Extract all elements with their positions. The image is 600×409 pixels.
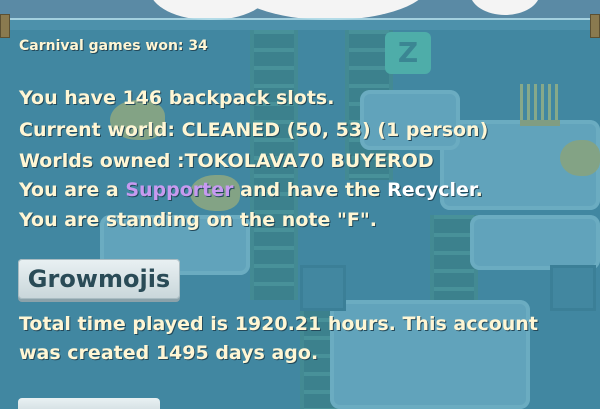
supporter-middle: and have the xyxy=(233,179,388,201)
supporter-badge: Supporter xyxy=(125,179,234,201)
supporter-text: You are a Supporter and have the Recycle… xyxy=(19,179,483,201)
panel-corner xyxy=(590,14,600,38)
growmojis-button[interactable]: Growmojis xyxy=(18,259,180,299)
standing-note-text: You are standing on the note "F". xyxy=(19,209,377,231)
account-age-text: was created 1495 days ago. xyxy=(19,342,319,364)
worlds-owned-text: Worlds owned :TOKOLAVA70 BUYEROD xyxy=(19,150,434,172)
panel-corner xyxy=(0,14,10,38)
game-screen: Z Carnival games won: 34 You have 146 ba… xyxy=(0,0,600,409)
recycler-text: Recycler xyxy=(387,179,476,201)
supporter-suffix: . xyxy=(475,179,483,201)
bottom-button[interactable] xyxy=(18,398,160,409)
carnival-games-text: Carnival games won: 34 xyxy=(19,38,208,54)
backpack-slots-text: You have 146 backpack slots. xyxy=(19,87,335,109)
time-played-text: Total time played is 1920.21 hours. This… xyxy=(19,313,538,335)
supporter-prefix: You are a xyxy=(19,179,126,201)
current-world-text: Current world: CLEANED (50, 53) (1 perso… xyxy=(19,119,489,141)
